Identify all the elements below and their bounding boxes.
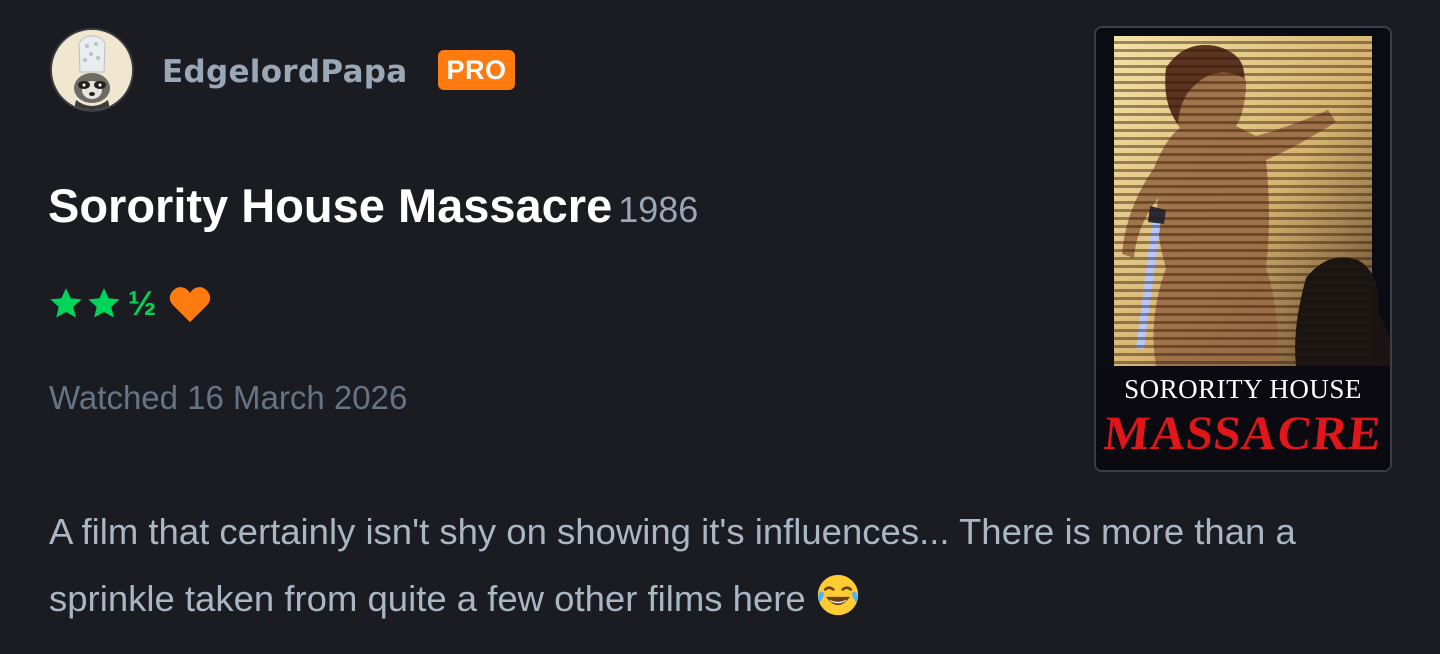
film-poster[interactable]: SORORITY HOUSE MASSACRE [1094, 26, 1392, 472]
liked-heart-icon [170, 287, 211, 323]
half-star: ½ [128, 285, 157, 323]
rating-row: ½ [48, 282, 212, 326]
watched-date: Watched 16 March 2026 [49, 379, 408, 416]
film-year[interactable]: 1986 [618, 189, 698, 230]
reviewer-username[interactable]: EdgelordPapa [162, 52, 408, 92]
review-body: A film that certainly isn't shy on showi… [49, 498, 1379, 638]
raccoon-chef-avatar-icon [52, 30, 132, 110]
poster-title-top: SORORITY HOUSE [1124, 374, 1362, 404]
review-text: A film that certainly isn't shy on showi… [49, 511, 1296, 619]
reviewer-avatar[interactable] [50, 28, 134, 112]
pro-badge: PRO [438, 50, 515, 90]
star-icon [88, 288, 120, 318]
poster-title-bottom: MASSACRE [1101, 407, 1385, 460]
film-title[interactable]: Sorority House Massacre [48, 179, 612, 232]
film-heading: Sorority House Massacre 1986 [48, 176, 698, 247]
star-icon [50, 288, 82, 318]
face-with-tears-of-joy-icon [816, 571, 860, 638]
